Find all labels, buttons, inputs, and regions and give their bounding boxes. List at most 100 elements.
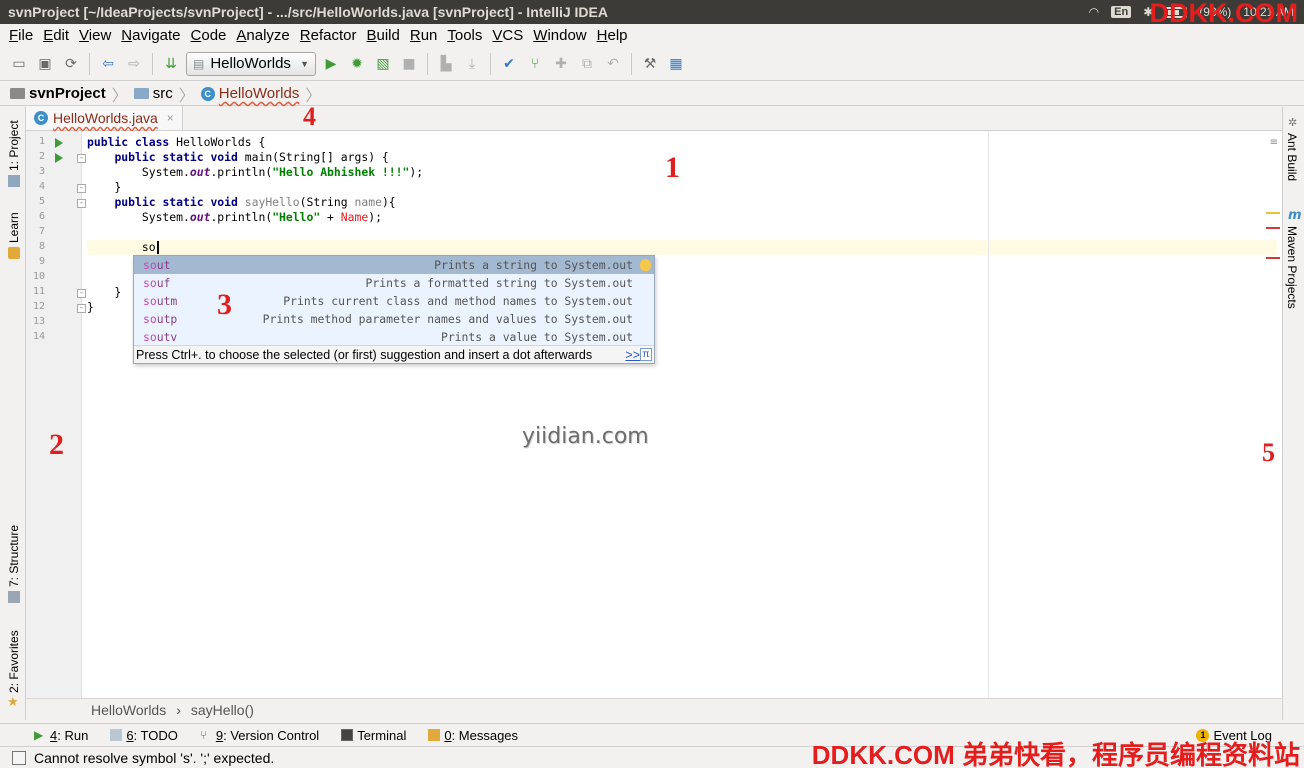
completion-item-soutv[interactable]: soutv Prints a value to System.out [134, 328, 654, 346]
tool-tab-favorites[interactable]: 2: Favorites [7, 630, 21, 693]
completion-item-souf[interactable]: souf Prints a formatted string to System… [134, 274, 654, 292]
run-icon[interactable]: ▶ [320, 53, 342, 75]
code-text: ); [409, 165, 424, 179]
star-icon: ★ [7, 695, 19, 710]
vcs-push-icon[interactable]: ✚ [550, 53, 572, 75]
completion-more-link[interactable]: >> [625, 346, 640, 364]
code-area[interactable]: public class HelloWorlds { public static… [87, 131, 1277, 698]
tab-label: HelloWorlds.java [53, 110, 158, 126]
line-number: 7 [38, 226, 45, 237]
wifi-icon[interactable]: ◠ [1089, 5, 1099, 19]
close-icon[interactable]: × [167, 111, 174, 125]
completion-item-sout[interactable]: sout Prints a string to System.out [134, 256, 654, 274]
run-class-gutter-icon[interactable] [55, 138, 63, 148]
error-stripe-mark[interactable] [1266, 257, 1280, 259]
vcs-compare-icon[interactable]: ⧉ [576, 53, 598, 75]
code-text: ); [368, 210, 382, 224]
lightbulb-icon[interactable] [640, 259, 651, 271]
tool-tab-project[interactable]: 1: Project [7, 120, 21, 171]
breadcrumb-label: svnProject [29, 85, 106, 102]
run-with-coverage-icon[interactable]: ▧ [372, 53, 394, 75]
string-literal: "Hello" [272, 210, 321, 224]
line-number: 2 [38, 151, 45, 162]
run-main-gutter-icon[interactable] [55, 153, 63, 163]
menu-code[interactable]: Code [186, 27, 232, 44]
editor-tab-helloworlds[interactable]: C HelloWorlds.java × [26, 106, 183, 130]
vcs-branch-icon[interactable]: ⑂ [524, 53, 546, 75]
editor-crumb-class[interactable]: HelloWorlds [91, 702, 166, 718]
menu-navigate[interactable]: Navigate [116, 27, 185, 44]
menu-window[interactable]: Window [528, 27, 591, 44]
error-stripe-mark[interactable] [1266, 227, 1280, 229]
fold-icon[interactable]: - [77, 154, 86, 163]
tool-window-version-control[interactable]: ⑂ 9: Version Control [200, 728, 319, 743]
debug-icon[interactable]: ✹ [346, 53, 368, 75]
menu-analyze[interactable]: Analyze [231, 27, 294, 44]
error-stripe-icon[interactable]: ≡ [1270, 137, 1278, 148]
keyboard-language-indicator[interactable]: En [1111, 6, 1132, 18]
messages-icon [428, 729, 441, 741]
vcs-update-icon[interactable]: ▙ [435, 53, 457, 75]
project-structure-icon[interactable]: ▦ [665, 53, 687, 75]
tool-window-terminal[interactable]: Terminal [341, 728, 406, 743]
back-arrow-icon[interactable]: ⇦ [97, 53, 119, 75]
toggle-tool-windows-icon[interactable] [12, 750, 26, 765]
menu-vcs[interactable]: VCS [487, 27, 528, 44]
tool-window-label: : Run [57, 727, 89, 743]
line-number: 13 [32, 316, 45, 327]
run-config-icon: ▤ [193, 56, 205, 71]
vcs-branch-icon: ⑂ [199, 728, 208, 742]
forward-arrow-icon[interactable]: ⇨ [123, 53, 145, 75]
line-number: 9 [38, 256, 45, 267]
fold-icon[interactable]: - [77, 289, 86, 298]
vcs-revert-icon[interactable]: ↶ [602, 53, 624, 75]
tool-tab-learn[interactable]: Learn [7, 212, 21, 243]
menu-refactor[interactable]: Refactor [295, 27, 362, 44]
tool-tab-ant-build[interactable]: Ant Build [1285, 133, 1299, 181]
unused-parameter: name [354, 195, 382, 209]
fold-icon[interactable]: - [77, 184, 86, 193]
tool-tab-structure[interactable]: 7: Structure [7, 525, 21, 587]
stop-icon[interactable]: ■ [398, 53, 420, 75]
run-configuration-label: HelloWorlds [210, 55, 291, 72]
pi-icon[interactable]: π [640, 348, 652, 361]
tool-window-todo[interactable]: 6: TODO [110, 728, 178, 743]
code-completion-popup: sout Prints a string to System.out souf … [133, 255, 655, 364]
tool-window-run[interactable]: ▶ 4: Run [34, 728, 88, 743]
fold-icon[interactable]: - [77, 304, 86, 313]
tool-tab-maven-projects[interactable]: Maven Projects [1285, 226, 1299, 309]
run-configuration-select[interactable]: ▤ HelloWorlds ▼ [186, 51, 316, 76]
tool-window-label: Terminal [357, 727, 407, 743]
line-number: 4 [38, 181, 45, 192]
tool-window-messages[interactable]: 0: Messages [428, 728, 518, 743]
menu-run[interactable]: Run [405, 27, 443, 44]
project-icon [8, 175, 20, 187]
build-project-icon[interactable]: ⇊ [160, 53, 182, 75]
line-number: 14 [32, 331, 45, 342]
menu-tools[interactable]: Tools [442, 27, 487, 44]
settings-wrench-icon[interactable]: ⚒ [639, 53, 661, 75]
breadcrumb-src[interactable]: src [133, 85, 179, 102]
vcs-check-icon[interactable]: ✔ [498, 53, 520, 75]
completion-item-soutm[interactable]: soutm Prints current class and method na… [134, 292, 654, 310]
vcs-commit-icon[interactable]: ⤓ [461, 53, 483, 75]
breadcrumb-class[interactable]: C HelloWorlds [200, 85, 306, 102]
breadcrumb-project[interactable]: svnProject [10, 85, 112, 102]
completion-name: soutp [143, 312, 178, 326]
fold-icon[interactable]: - [77, 199, 86, 208]
menu-edit[interactable]: Edit [38, 27, 74, 44]
menu-build[interactable]: Build [361, 27, 404, 44]
menu-file[interactable]: File [4, 27, 38, 44]
menu-view[interactable]: View [74, 27, 116, 44]
open-folder-icon[interactable]: ▭ [8, 53, 30, 75]
save-all-icon[interactable]: ▣ [34, 53, 56, 75]
editor-crumb-method[interactable]: sayHello() [191, 702, 254, 718]
sync-icon[interactable]: ⟳ [60, 53, 82, 75]
terminal-icon [341, 729, 354, 741]
menu-help[interactable]: Help [592, 27, 633, 44]
code-editor[interactable]: 1 2 3 4 5 6 7 8 9 10 11 12 13 14 - - - -… [26, 131, 1282, 698]
warning-stripe-mark[interactable] [1266, 212, 1280, 214]
code-text: HelloWorlds { [176, 135, 266, 149]
completion-item-soutp[interactable]: soutp Prints method parameter names and … [134, 310, 654, 328]
